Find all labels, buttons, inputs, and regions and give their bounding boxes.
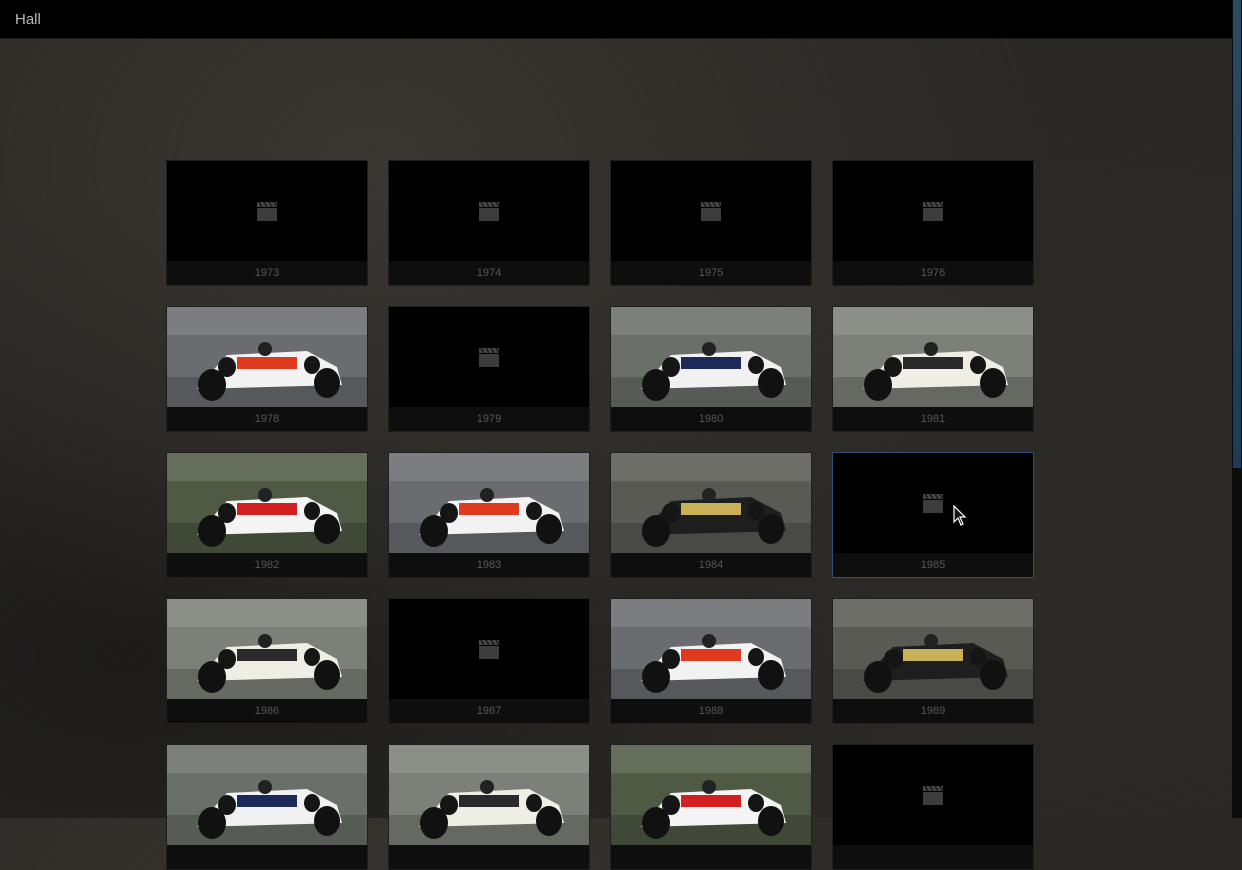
tile-year-label: 1975 (611, 261, 811, 285)
page-title: Hall (15, 11, 41, 28)
video-tile[interactable]: 1973 (166, 160, 368, 286)
tile-year-label: 1983 (389, 553, 589, 577)
video-tile[interactable]: 1982 (166, 452, 368, 578)
tile-year-label: 1979 (389, 407, 589, 431)
video-tile[interactable]: 1983 (388, 452, 590, 578)
video-tile[interactable]: 1986 (166, 598, 368, 724)
video-tile[interactable]: 1975 (610, 160, 812, 286)
mouse-cursor-icon (953, 505, 967, 526)
video-tile[interactable] (388, 744, 590, 870)
video-thumbnail (611, 453, 811, 553)
thumbnail-placeholder (833, 453, 1033, 553)
video-tile[interactable] (832, 744, 1034, 870)
video-grid: 1973 1974 1975 1976 1978 1979 1980 1981 1982 1983… (166, 160, 1034, 870)
video-tile[interactable]: 1988 (610, 598, 812, 724)
tile-year-label (167, 845, 367, 869)
tile-year-label (389, 845, 589, 869)
video-tile[interactable]: 1987 (388, 598, 590, 724)
video-tile[interactable]: 1981 (832, 306, 1034, 432)
tile-year-label: 1981 (833, 407, 1033, 431)
tile-year-label: 1978 (167, 407, 367, 431)
video-tile[interactable]: 1976 (832, 160, 1034, 286)
video-tile[interactable]: 1989 (832, 598, 1034, 724)
tile-year-label: 1989 (833, 699, 1033, 723)
video-thumbnail (167, 453, 367, 553)
tile-year-label: 1985 (833, 553, 1033, 577)
thumbnail-placeholder (833, 161, 1033, 261)
tile-year-label: 1986 (167, 699, 367, 723)
video-tile[interactable]: 1980 (610, 306, 812, 432)
tile-year-label (833, 845, 1033, 869)
video-tile[interactable]: 1984 (610, 452, 812, 578)
video-thumbnail (833, 599, 1033, 699)
thumbnail-placeholder (167, 161, 367, 261)
video-thumbnail (833, 307, 1033, 407)
video-tile[interactable] (166, 744, 368, 870)
video-thumbnail (611, 599, 811, 699)
video-thumbnail (167, 599, 367, 699)
video-thumbnail (167, 745, 367, 845)
video-clapper-icon (921, 491, 945, 515)
video-tile[interactable]: 1979 (388, 306, 590, 432)
video-clapper-icon (699, 199, 723, 223)
video-clapper-icon (477, 199, 501, 223)
thumbnail-placeholder (389, 307, 589, 407)
scrollbar-thumb[interactable] (1233, 0, 1241, 468)
tile-year-label: 1987 (389, 699, 589, 723)
video-clapper-icon (477, 345, 501, 369)
video-tile[interactable]: 1974 (388, 160, 590, 286)
tile-year-label (611, 845, 811, 869)
video-clapper-icon (255, 199, 279, 223)
thumbnail-placeholder (389, 599, 589, 699)
tile-year-label: 1984 (611, 553, 811, 577)
video-tile[interactable] (610, 744, 812, 870)
thumbnail-placeholder (611, 161, 811, 261)
top-bar: Hall (0, 0, 1232, 39)
video-clapper-icon (921, 783, 945, 807)
video-thumbnail (167, 307, 367, 407)
tile-year-label: 1973 (167, 261, 367, 285)
tile-year-label: 1976 (833, 261, 1033, 285)
video-thumbnail (389, 745, 589, 845)
video-clapper-icon (477, 637, 501, 661)
thumbnail-placeholder (833, 745, 1033, 845)
tile-year-label: 1982 (167, 553, 367, 577)
thumbnail-placeholder (389, 161, 589, 261)
video-tile[interactable]: 1978 (166, 306, 368, 432)
video-thumbnail (611, 745, 811, 845)
video-tile[interactable]: 1985 (832, 452, 1034, 578)
video-thumbnail (389, 453, 589, 553)
tile-year-label: 1980 (611, 407, 811, 431)
video-thumbnail (611, 307, 811, 407)
tile-year-label: 1988 (611, 699, 811, 723)
vertical-scrollbar[interactable] (1232, 0, 1242, 818)
video-clapper-icon (921, 199, 945, 223)
tile-year-label: 1974 (389, 261, 589, 285)
